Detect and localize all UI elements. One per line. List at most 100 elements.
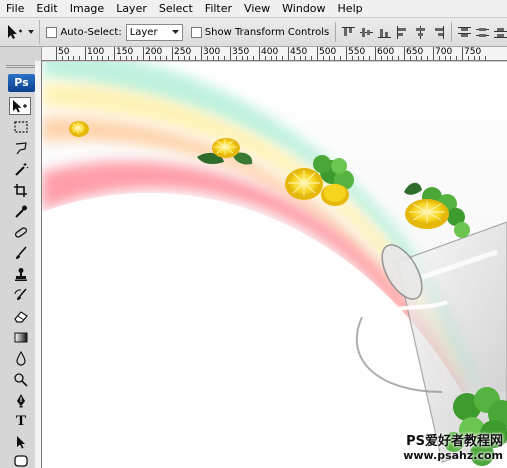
ruler-minor-tick <box>427 56 429 60</box>
ruler-minor-tick <box>357 56 359 60</box>
ruler-minor-tick <box>137 56 139 60</box>
ruler-minor-tick <box>438 56 440 60</box>
blur-tool[interactable] <box>10 349 32 367</box>
ruler-minor-tick <box>351 56 353 60</box>
watermark-title: PS爱好者教程网 <box>406 434 503 449</box>
ruler-minor-tick <box>392 56 394 60</box>
transform-controls-checkbox[interactable] <box>190 26 202 38</box>
gradient-tool[interactable] <box>10 328 32 346</box>
ruler-minor-tick <box>154 56 156 60</box>
ruler-minor-tick <box>369 56 371 60</box>
dodge-tool[interactable] <box>10 370 32 388</box>
pen-icon <box>17 393 25 407</box>
ruler-minor-tick <box>79 56 81 60</box>
lasso-icon <box>15 141 27 154</box>
magic-wand-tool[interactable] <box>10 160 32 178</box>
align-buttons <box>342 25 445 39</box>
options-bar: Auto-Select: Layer Show Transform Contro… <box>0 18 507 47</box>
ruler-minor-tick <box>212 56 214 60</box>
healing-brush-tool[interactable] <box>10 223 32 241</box>
menu-layer[interactable]: Layer <box>110 0 153 18</box>
ruler-major-tick <box>85 47 86 60</box>
options-separator <box>335 22 337 42</box>
eyedropper-icon <box>15 205 27 218</box>
ruler-minor-tick <box>479 56 481 60</box>
ruler-minor-tick <box>166 56 168 60</box>
ruler-minor-tick <box>148 56 150 60</box>
ruler-minor-tick <box>241 56 243 60</box>
ruler-minor-tick <box>456 56 458 60</box>
pen-tool[interactable] <box>10 391 32 409</box>
menu-image[interactable]: Image <box>64 0 110 18</box>
auto-select-option[interactable]: Auto-Select: <box>46 26 122 38</box>
move-tool-icon <box>8 25 23 39</box>
ruler-major-tick <box>288 47 289 60</box>
ruler-minor-tick <box>108 56 110 60</box>
ruler-minor-tick <box>195 56 197 60</box>
crop-icon <box>14 183 27 197</box>
ruler-minor-tick <box>73 56 75 60</box>
lemon-slice <box>69 121 89 137</box>
auto-select-target-dropdown[interactable]: Layer <box>125 23 183 41</box>
ruler-minor-tick <box>235 56 237 60</box>
ruler-minor-tick <box>276 56 278 60</box>
gradient-icon <box>14 332 28 342</box>
clone-stamp-tool[interactable] <box>10 265 32 283</box>
photoshop-logo[interactable]: Ps <box>8 74 35 92</box>
ruler-minor-tick <box>305 56 307 60</box>
eraser-tool[interactable] <box>10 307 32 325</box>
distribute-center-icon[interactable] <box>476 26 489 39</box>
path-selection-icon <box>17 435 25 448</box>
align-vertical-center-icon[interactable] <box>360 26 374 39</box>
move-tool-icon <box>13 99 27 112</box>
distribute-bottom-icon[interactable] <box>494 26 507 39</box>
dodge-icon <box>14 372 28 387</box>
type-tool[interactable]: T <box>10 412 32 430</box>
history-brush-icon <box>14 287 27 300</box>
horizontal-ruler[interactable]: 50 100 150 200 250 300 350 400 450 500 550 600 650 70… <box>42 47 507 61</box>
vertical-ruler[interactable] <box>35 61 42 468</box>
stamp-icon <box>15 267 27 281</box>
menu-view[interactable]: View <box>238 0 276 18</box>
options-separator <box>451 22 452 42</box>
menu-select[interactable]: Select <box>153 0 199 18</box>
document-canvas[interactable]: PS爱好者教程网 www.psahz.com <box>42 62 507 468</box>
ruler-minor-tick <box>322 56 324 60</box>
eyedropper-tool[interactable] <box>10 202 32 220</box>
align-horizontal-center-icon[interactable] <box>414 25 427 39</box>
ruler-minor-tick <box>328 56 330 60</box>
crop-tool[interactable] <box>10 181 32 199</box>
ruler-major-tick <box>375 47 376 60</box>
history-brush-tool[interactable] <box>10 286 32 304</box>
distribute-buttons <box>458 26 507 39</box>
panel-grip[interactable] <box>6 65 36 68</box>
menu-filter[interactable]: Filter <box>199 0 238 18</box>
ruler-minor-tick <box>282 56 284 60</box>
ruler-minor-tick <box>340 56 342 60</box>
shape-tool[interactable] <box>10 452 32 468</box>
auto-select-checkbox[interactable] <box>46 26 58 38</box>
align-bottom-icon[interactable] <box>378 26 392 39</box>
align-left-icon[interactable] <box>396 25 409 39</box>
ruler-major-tick <box>143 47 144 60</box>
ruler-major-tick <box>317 47 318 60</box>
ruler-minor-tick <box>363 56 365 60</box>
lasso-tool[interactable] <box>10 139 32 157</box>
align-right-icon[interactable] <box>432 25 445 39</box>
menu-help[interactable]: Help <box>332 0 369 18</box>
menu-window[interactable]: Window <box>276 0 331 18</box>
distribute-top-icon[interactable] <box>458 26 471 39</box>
transform-controls-option[interactable]: Show Transform Controls <box>190 26 329 38</box>
marquee-tool[interactable] <box>10 118 32 136</box>
tool-preset-picker[interactable] <box>0 20 41 44</box>
rectangular-marquee-icon <box>14 121 28 133</box>
ruler-minor-tick <box>218 56 220 60</box>
brush-icon <box>16 245 27 259</box>
menu-file[interactable]: File <box>0 0 30 18</box>
path-selection-tool[interactable] <box>10 433 32 451</box>
brush-tool[interactable] <box>10 244 32 262</box>
ruler-major-tick <box>56 47 57 60</box>
move-tool[interactable] <box>9 97 31 115</box>
menu-edit[interactable]: Edit <box>30 0 63 18</box>
align-top-icon[interactable] <box>342 26 356 39</box>
